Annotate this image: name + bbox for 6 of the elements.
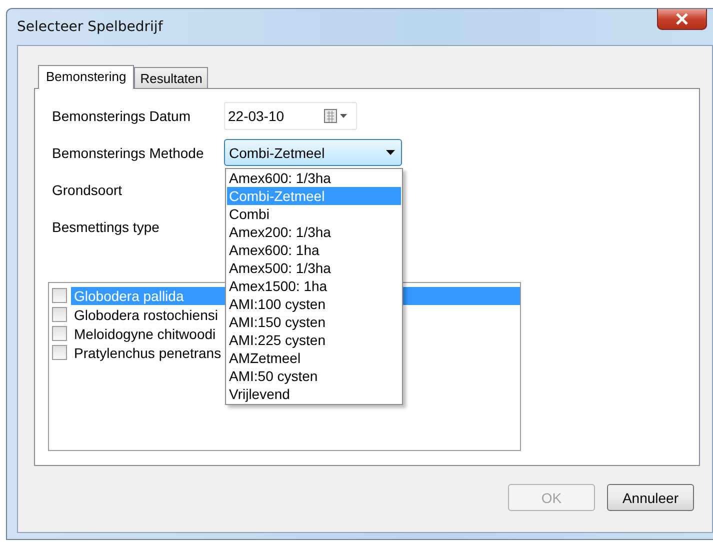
field-label: Grondsoort [52,182,124,198]
field-label: Besmettings type [52,218,160,234]
field-label: Bemonsterings Methode [52,144,205,160]
window-title: Selecteer Spelbedrijf [17,19,163,35]
date-value: 22-03-10 [228,108,284,124]
field-label: Bemonsterings Datum [52,108,192,124]
